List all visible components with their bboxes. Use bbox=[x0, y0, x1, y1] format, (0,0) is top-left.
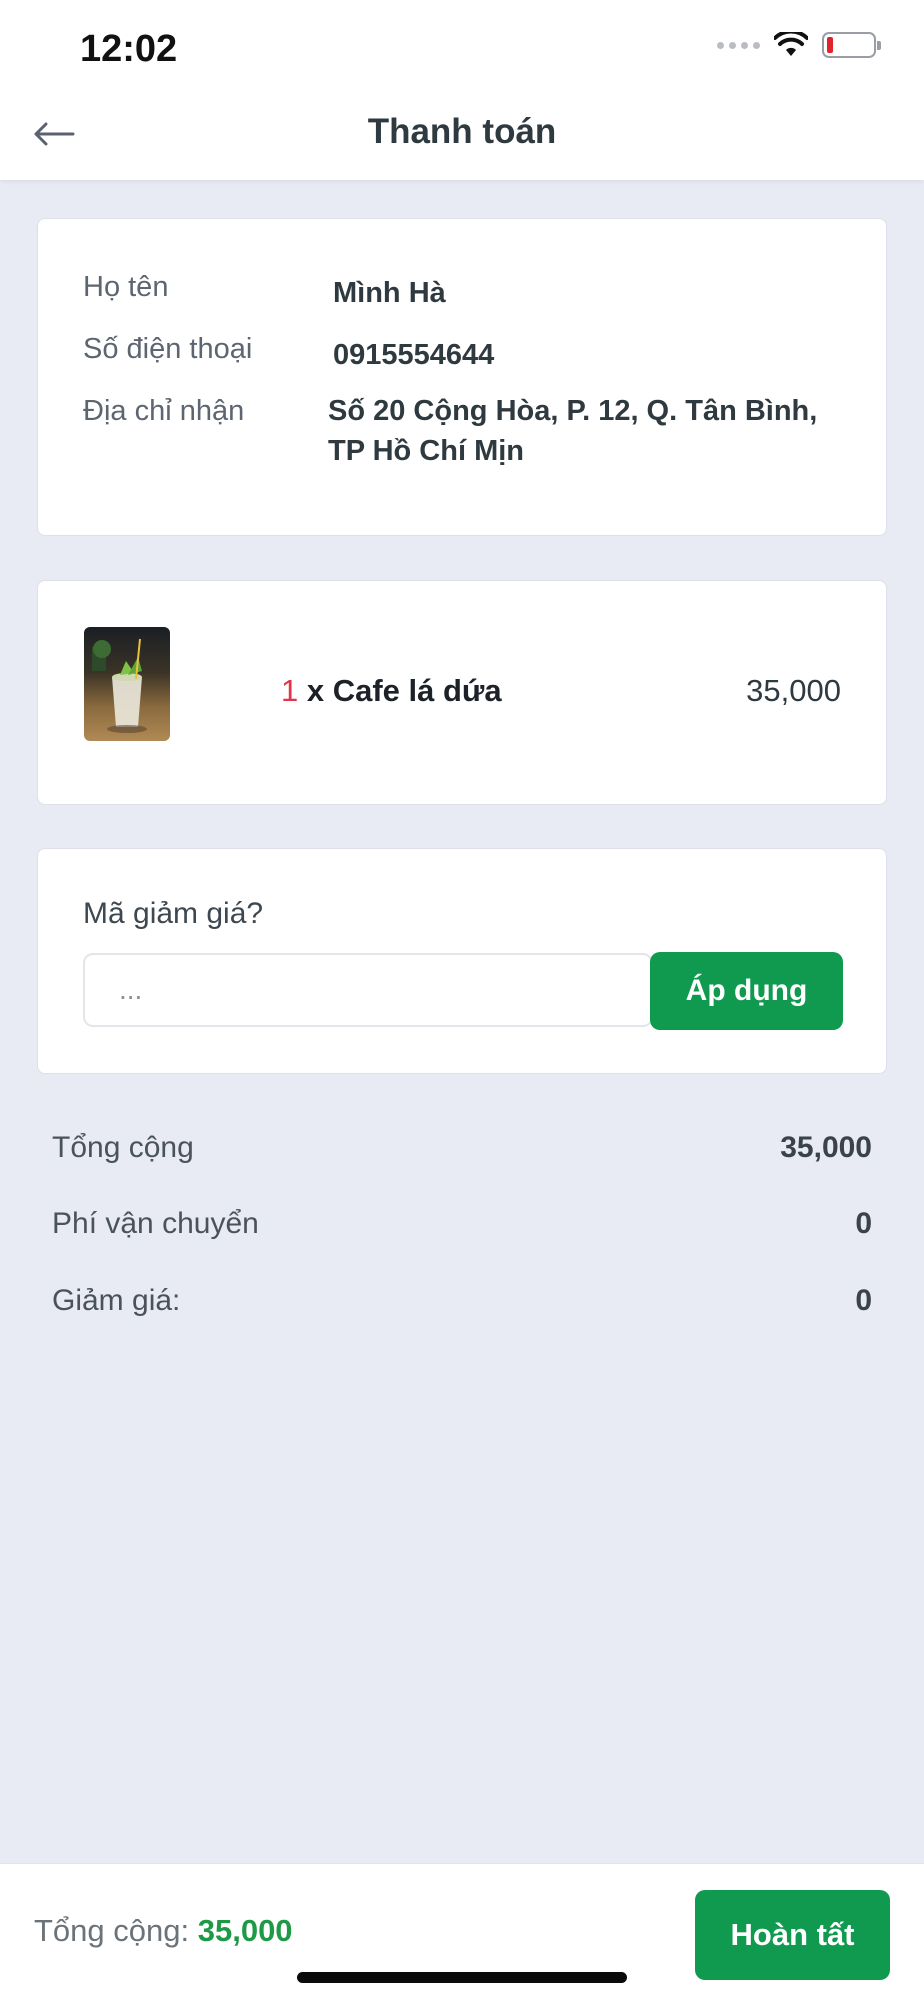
shipping-value: 0 bbox=[855, 1207, 872, 1240]
battery-icon bbox=[822, 32, 881, 58]
page-title: Thanh toán bbox=[367, 112, 557, 151]
cellular-signal-icon bbox=[717, 41, 760, 49]
item-price: 35,000 bbox=[746, 673, 841, 708]
name-value: Mình Hà bbox=[333, 277, 446, 309]
status-bar: 12:02 bbox=[0, 0, 924, 90]
subtotal-label: Tổng cộng bbox=[52, 1131, 194, 1164]
status-icons bbox=[717, 32, 881, 58]
discount-value: 0 bbox=[855, 1284, 872, 1317]
item-name-line: 1 x Cafe lá dứa bbox=[281, 673, 502, 709]
coupon-card: Mã giảm giá? Áp dụng bbox=[37, 848, 887, 1074]
phone-label: Số điện thoại bbox=[83, 333, 253, 365]
order-item-card: 1 x Cafe lá dứa 35,000 bbox=[37, 580, 887, 805]
home-indicator bbox=[297, 1972, 627, 1983]
footer-total-label: Tổng cộng: bbox=[34, 1913, 190, 1948]
subtotal-value: 35,000 bbox=[780, 1131, 872, 1164]
status-time: 12:02 bbox=[80, 28, 178, 70]
coupon-label: Mã giảm giá? bbox=[83, 897, 264, 930]
phone-value: 0915554644 bbox=[333, 339, 495, 371]
item-name: x Cafe lá dứa bbox=[306, 673, 502, 708]
footer-total-value: 35,000 bbox=[197, 1913, 293, 1948]
coupon-input[interactable] bbox=[83, 953, 653, 1027]
apply-coupon-button[interactable]: Áp dụng bbox=[650, 952, 843, 1030]
address-value: Số 20 Cộng Hòa, P. 12, Q. Tân Bình, TP H… bbox=[328, 395, 818, 467]
app-header: Thanh toán bbox=[0, 90, 924, 180]
complete-order-button[interactable]: Hoàn tất bbox=[695, 1890, 890, 1980]
address-label: Địa chỉ nhận bbox=[83, 395, 245, 427]
name-label: Họ tên bbox=[83, 271, 169, 303]
discount-label: Giảm giá: bbox=[52, 1284, 181, 1317]
item-quantity: 1 bbox=[281, 673, 299, 708]
product-image bbox=[84, 627, 170, 741]
customer-info-card: Họ tên Mình Hà Số điện thoại 0915554644 … bbox=[37, 218, 887, 536]
shipping-label: Phí vận chuyển bbox=[52, 1207, 259, 1240]
footer-total: Tổng cộng: 35,000 bbox=[34, 1913, 293, 1949]
wifi-icon bbox=[774, 32, 808, 56]
